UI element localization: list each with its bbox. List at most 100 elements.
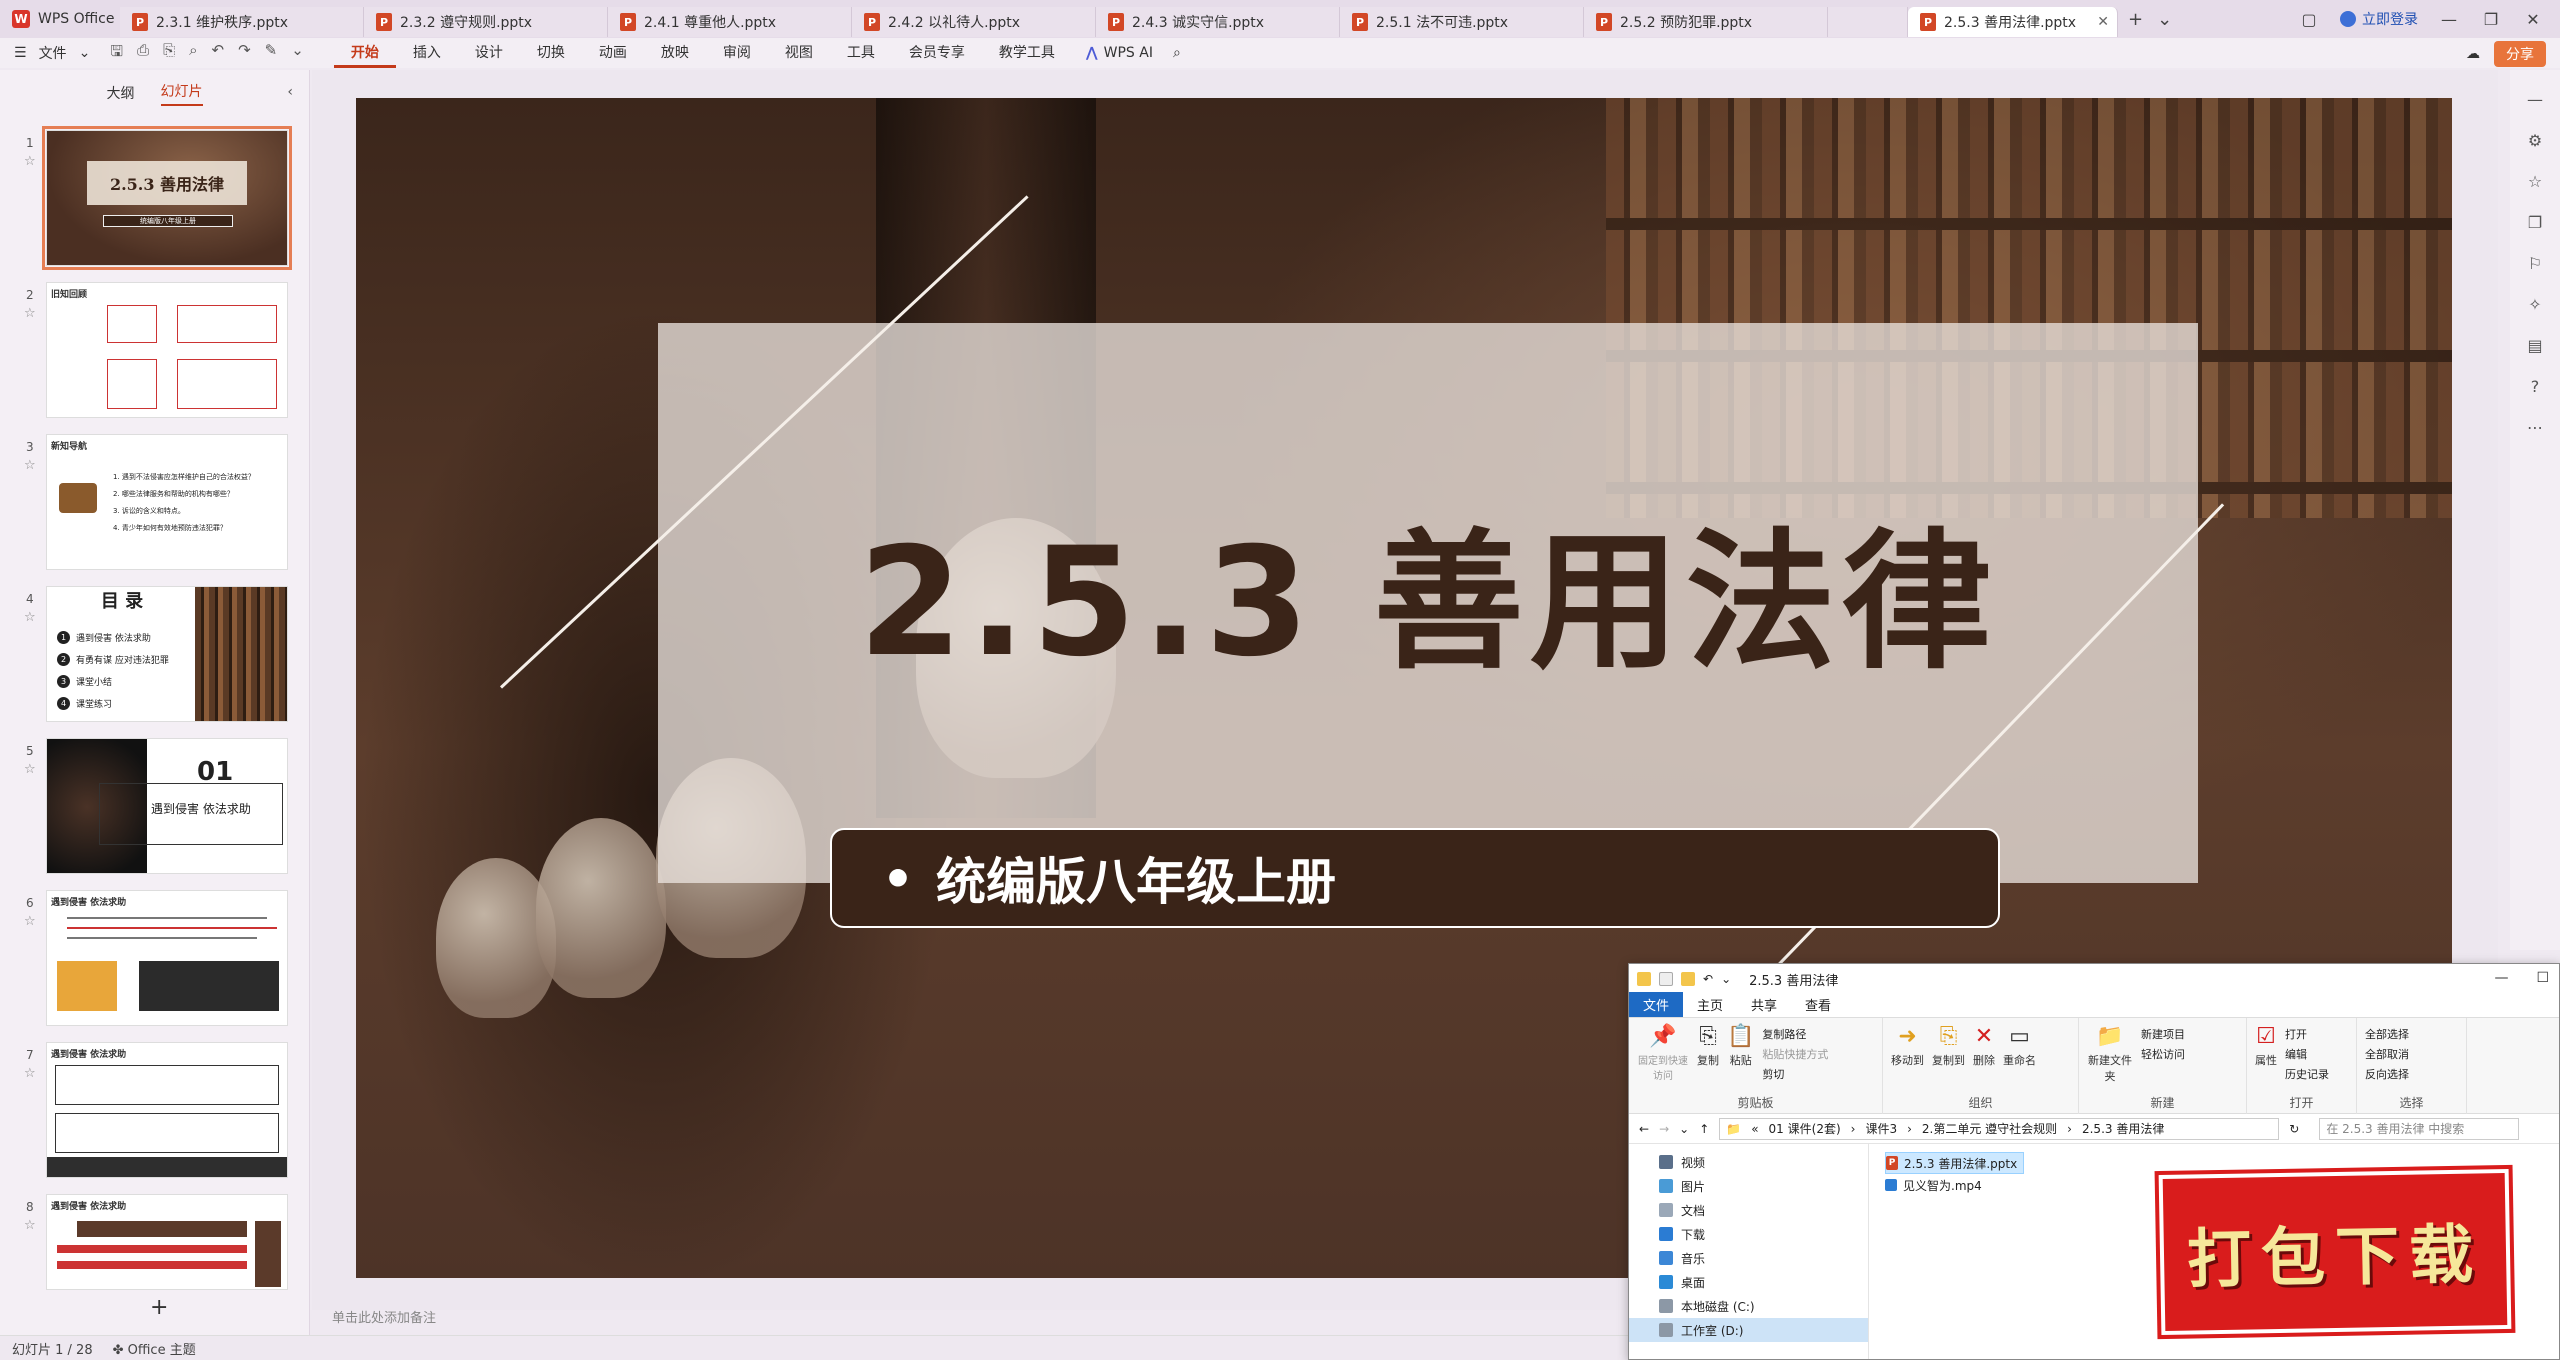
undo-icon[interactable]: ↶ [212,41,225,66]
star-icon[interactable]: ☆ [24,458,36,473]
menu-tab[interactable]: 设计 [458,38,520,68]
menu-tab[interactable]: 会员专享 [892,38,982,68]
minimize-icon[interactable]: — [2438,10,2460,29]
menu-tab[interactable]: 切换 [520,38,582,68]
app-home-tab[interactable]: W WPS Office [0,0,120,38]
file-item[interactable]: 见义智为.mp4 [1885,1174,2024,1196]
hamburger-icon[interactable]: ☰ [14,45,27,61]
login-button[interactable]: 立即登录 [2340,9,2418,29]
nav-item-pictures[interactable]: 图片 [1629,1174,1868,1198]
copy-icon[interactable]: ❐ [2528,213,2542,232]
slide-thumb-row[interactable]: 1 ☆ 2.5.3 善用法律 统编版八年级上册 [0,126,310,270]
paste-shortcut-button[interactable]: 粘贴快捷方式 [1762,1046,1828,1062]
nav-item-documents[interactable]: 文档 [1629,1198,1868,1222]
open-button[interactable]: 打开 [2285,1026,2329,1042]
easy-access-button[interactable]: 轻松访问 [2141,1046,2185,1062]
close-icon[interactable]: ✕ [2522,10,2544,29]
nav-item-drive-c[interactable]: 本地磁盘 (C:) [1629,1294,1868,1318]
history-button[interactable]: 历史记录 [2285,1066,2329,1082]
help-icon[interactable]: ? [2531,377,2540,396]
tab-file[interactable]: 文件 [1629,992,1684,1017]
doc-tab[interactable]: P 2.3.2 遵守规则.pptx [364,7,608,37]
save-icon[interactable]: 🖫 [110,41,123,66]
slide-thumb-row[interactable]: 2 ☆ 旧知回顾 [0,282,310,422]
settings-icon[interactable]: ⚙ [2528,131,2542,150]
undo-icon[interactable]: ↶ [1703,972,1713,986]
menu-tab[interactable]: 教学工具 [982,38,1072,68]
invert-selection-button[interactable]: 反向选择 [2365,1066,2409,1082]
slide-title[interactable]: 2.5.3 善用法律 [658,518,2198,688]
file-item[interactable]: P 2.5.3 善用法律.pptx [1885,1152,2025,1174]
menu-tab[interactable]: 插入 [396,38,458,68]
notes-field[interactable]: 单击此处添加备注 [318,1307,1618,1329]
nav-item-downloads[interactable]: 下载 [1629,1222,1868,1246]
breadcrumb-item[interactable]: 2.第二单元 遵守社会规则 [1922,1120,2057,1137]
slide-thumb-1[interactable]: 2.5.3 善用法律 统编版八年级上册 [42,126,292,270]
chevron-down-icon[interactable]: ⌄ [79,45,91,61]
print-preview-icon[interactable]: ⌕ [189,41,197,66]
download-pack-banner[interactable]: 打包下载 [2158,1168,2512,1336]
breadcrumb-item[interactable]: 01 课件(2套) [1769,1120,1841,1137]
tab-view[interactable]: 查看 [1791,992,1845,1017]
slide-thumb-row[interactable]: 3 ☆ 新知导航 1. 遇到不法侵害应怎样维护自己的合法权益？ 2. 哪些法律服… [0,434,310,574]
doc-tab[interactable]: P 2.5.1 法不可违.pptx [1340,7,1584,37]
new-item-button[interactable]: 新建项目 [2141,1026,2185,1042]
file-menu[interactable]: 文件 [39,43,67,63]
new-folder-icon[interactable] [1681,972,1695,986]
refresh-icon[interactable]: ↻ [2289,1122,2299,1136]
forward-icon[interactable]: → [1659,1122,1669,1136]
slide-thumb-4[interactable]: 目 录 1 遇到侵害 依法求助 2 有勇有谋 应对违法犯罪 3 课堂小结 4 课堂练习 [46,586,288,722]
maximize-icon[interactable]: ☐ [2536,970,2549,986]
magic-icon[interactable]: ✧ [2528,295,2541,314]
doc-tab[interactable]: P 2.4.2 以礼待人.pptx [852,7,1096,37]
nav-item-drive-d[interactable]: 工作室 (D:) [1629,1318,1868,1342]
doc-tab-blank[interactable] [1828,7,1908,37]
slide-thumb-6[interactable]: 遇到侵害 依法求助 [46,890,288,1026]
tab-outline[interactable]: 大纲 [107,83,135,103]
select-all-button[interactable]: 全部选择 [2365,1026,2409,1042]
breadcrumb-item[interactable]: 课件3 [1865,1120,1897,1137]
export-pdf-icon[interactable]: ⎙ [137,41,149,66]
nav-item-music[interactable]: 音乐 [1629,1246,1868,1270]
doc-tab-active[interactable]: P 2.5.3 善用法律.pptx ✕ [1908,7,2118,37]
star-icon[interactable]: ☆ [24,306,36,321]
star-icon[interactable]: ☆ [24,610,36,625]
edit-button[interactable]: 编辑 [2285,1046,2329,1062]
slide-thumb-7[interactable]: 遇到侵害 依法求助 [46,1042,288,1178]
restore-icon[interactable]: ❐ [2480,10,2502,29]
tab-share[interactable]: 共享 [1737,992,1791,1017]
window-mode-icon[interactable]: ▢ [2298,10,2320,29]
search-icon[interactable]: ⌕ [1173,45,1181,61]
doc-tab[interactable]: P 2.4.3 诚实守信.pptx [1096,7,1340,37]
minimize-icon[interactable]: — [2494,970,2508,986]
star-icon[interactable]: ☆ [2528,172,2542,191]
slide-thumb-2[interactable]: 旧知回顾 [46,282,288,418]
doc-tab[interactable]: P 2.4.1 尊重他人.pptx [608,7,852,37]
slide-thumb-row[interactable]: 5 ☆ 01 遇到侵害 依法求助 [0,738,310,878]
cloud-sync-icon[interactable]: ☁ [2466,46,2480,62]
theme-indicator[interactable]: ✤ Office 主题 [113,1339,196,1358]
format-painter-icon[interactable]: ✎ [265,41,278,66]
breadcrumb-overflow[interactable]: « [1751,1122,1758,1136]
cut-button[interactable]: 剪切 [1762,1066,1828,1082]
slide-thumb-row[interactable]: 6 ☆ 遇到侵害 依法求助 [0,890,310,1030]
slide-thumb-5[interactable]: 01 遇到侵害 依法求助 [46,738,288,874]
tab-list-chevron-icon[interactable]: ⌄ [2157,9,2172,30]
tab-home[interactable]: 主页 [1683,992,1737,1017]
select-none-button[interactable]: 全部取消 [2365,1046,2409,1062]
share-button[interactable]: 分享 [2494,41,2546,67]
star-icon[interactable]: ☆ [24,914,36,929]
menu-tab[interactable]: 放映 [644,38,706,68]
recent-chevron-icon[interactable]: ⌄ [1679,1122,1689,1136]
doc-tab[interactable]: P 2.3.1 维护秩序.pptx [120,7,364,37]
star-icon[interactable]: ☆ [24,154,36,169]
back-icon[interactable]: ← [1639,1122,1649,1136]
menu-tab[interactable]: 视图 [768,38,830,68]
menu-tab[interactable]: 动画 [582,38,644,68]
chevron-down-icon[interactable]: ⌄ [1721,972,1731,986]
star-icon[interactable]: ☆ [24,1218,36,1233]
format-icon[interactable]: ⚐ [2528,254,2542,273]
new-tab-icon[interactable]: + [2128,9,2143,30]
redo-icon[interactable]: ↷ [238,41,251,66]
slide-thumb-row[interactable]: 7 ☆ 遇到侵害 依法求助 [0,1042,310,1182]
